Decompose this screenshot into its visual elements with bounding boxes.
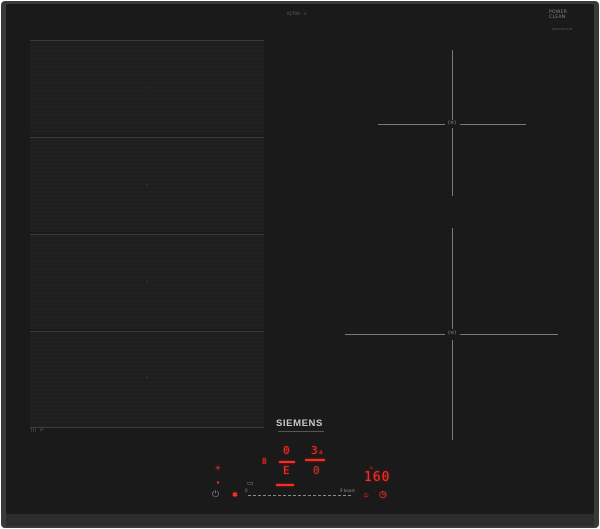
upper-zone-active-bar	[305, 459, 325, 461]
indicator-dot-icon: •	[216, 479, 221, 487]
flex-zone-mark-right: /⁄‑	[40, 428, 45, 433]
flex-cooking-zone-4[interactable]	[30, 331, 264, 428]
power-clean-logo-line2: CLEAN	[549, 14, 566, 20]
power-icon[interactable]: ⏻	[212, 491, 219, 500]
flex-cooking-zone-1[interactable]	[30, 40, 264, 135]
middle-right-level-display: 0	[313, 464, 320, 477]
upper-zone-level-display: 0	[283, 444, 290, 457]
zone-center-mark	[146, 184, 148, 186]
hob-front-edge	[6, 514, 594, 526]
left-zone-level-display: 8	[262, 457, 267, 466]
brand-divider	[278, 431, 324, 432]
flex-zone-mark-left: |||	[31, 428, 37, 433]
timer-clock-icon[interactable]: ◷	[379, 491, 387, 500]
flex-cooking-zone-2[interactable]	[30, 137, 264, 232]
flex-mode-icon[interactable]: ▭	[247, 480, 254, 487]
child-lock-icon[interactable]: ✱	[232, 492, 238, 499]
upper-right-sub-display: a	[319, 449, 323, 456]
model-series-label: iQ700 · s	[287, 11, 307, 16]
slider-min-label: 0	[245, 488, 248, 493]
upper-right-level-display: 3	[311, 444, 318, 457]
power-level-slider[interactable]	[248, 495, 352, 496]
model-number-label: EX675LYV1E	[552, 27, 573, 31]
power-clean-logo: POWER CLEAN	[549, 10, 567, 21]
middle-zone-bottom-bar	[276, 484, 294, 486]
timer-display: 160	[364, 470, 391, 485]
middle-level-display: E	[283, 464, 290, 477]
pan-icon[interactable]: ♨	[363, 492, 369, 499]
zone-center-mark	[146, 87, 148, 89]
flex-cooking-zone-3[interactable]	[30, 234, 264, 329]
lower-cooking-zone[interactable]	[345, 228, 558, 440]
slider-max-label: 9 boost	[340, 488, 355, 493]
upper-cooking-zone[interactable]	[378, 50, 526, 196]
middle-zone-top-bar	[279, 461, 295, 463]
plus-icon[interactable]: +	[215, 465, 221, 472]
induction-hob: iQ700 · s POWER CLEAN EX675LYV1E ||| /⁄‑…	[0, 0, 600, 529]
brand-logo: SIEMENS	[276, 418, 323, 429]
zone-center-mark	[146, 376, 148, 378]
zone-center-mark	[146, 281, 148, 283]
